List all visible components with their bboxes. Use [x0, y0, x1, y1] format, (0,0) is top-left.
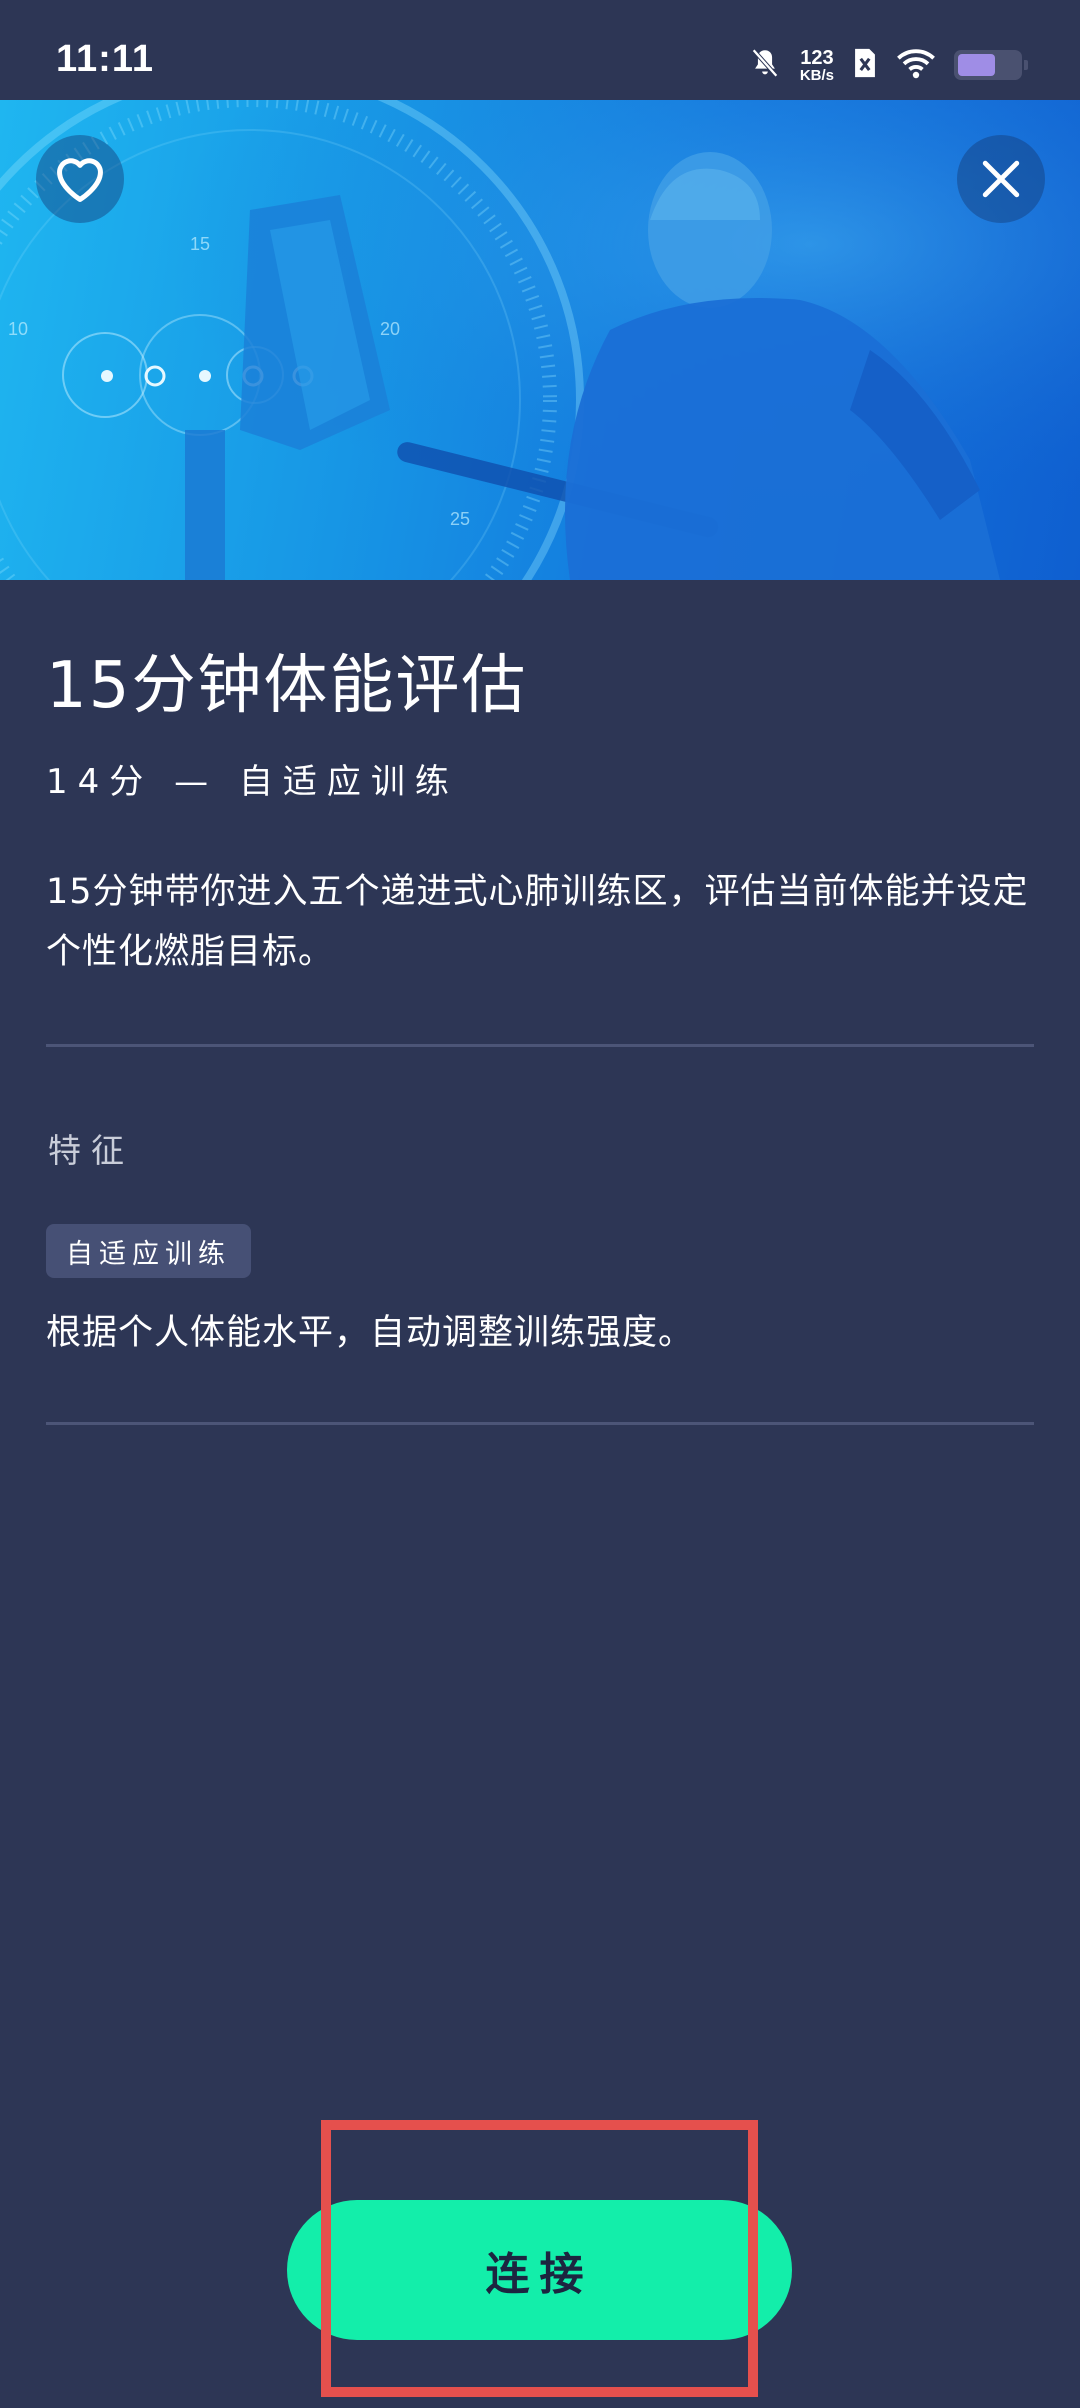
dial-label-20: 20 [380, 319, 400, 339]
clock: 11:11 [56, 38, 154, 80]
status-bar: 11:11 123 KB/s [0, 0, 1080, 100]
workout-meta: 14分 — 自适应训练 [46, 762, 459, 802]
divider [46, 1422, 1034, 1425]
sim-off-icon [852, 46, 878, 84]
connect-button[interactable]: 连接 [287, 2200, 792, 2340]
workout-hero-image: 15 10 20 25 [0, 100, 1080, 580]
battery-icon [954, 50, 1028, 80]
adaptive-training-tag: 自适应训练 [46, 1224, 251, 1278]
dial-label-10: 10 [8, 319, 28, 339]
close-button[interactable] [957, 135, 1045, 223]
favorite-button[interactable] [36, 135, 124, 223]
dial-label-25: 25 [450, 509, 470, 529]
status-icons: 123 KB/s [748, 40, 1028, 90]
close-icon [982, 160, 1020, 198]
divider [46, 1044, 1034, 1047]
network-speed-value: 123 [800, 46, 834, 69]
workout-title: 15分钟体能评估 [46, 649, 528, 723]
dial-label-15: 15 [190, 234, 210, 254]
hero-illustration: 15 10 20 25 [0, 100, 1080, 580]
workout-description: 15分钟带你进入五个递进式心肺训练区，评估当前体能并设定个性化燃脂目标。 [46, 872, 1029, 972]
wifi-icon [896, 47, 936, 83]
network-speed: 123 KB/s [800, 48, 834, 83]
battery-fill [958, 54, 995, 76]
heart-icon [57, 158, 103, 202]
feature-description: 根据个人体能水平，自动调整训练强度。 [46, 1313, 695, 1353]
features-section-label: 特征 [48, 1131, 134, 1170]
mute-bell-icon [748, 46, 782, 84]
network-speed-unit: KB/s [799, 66, 834, 84]
